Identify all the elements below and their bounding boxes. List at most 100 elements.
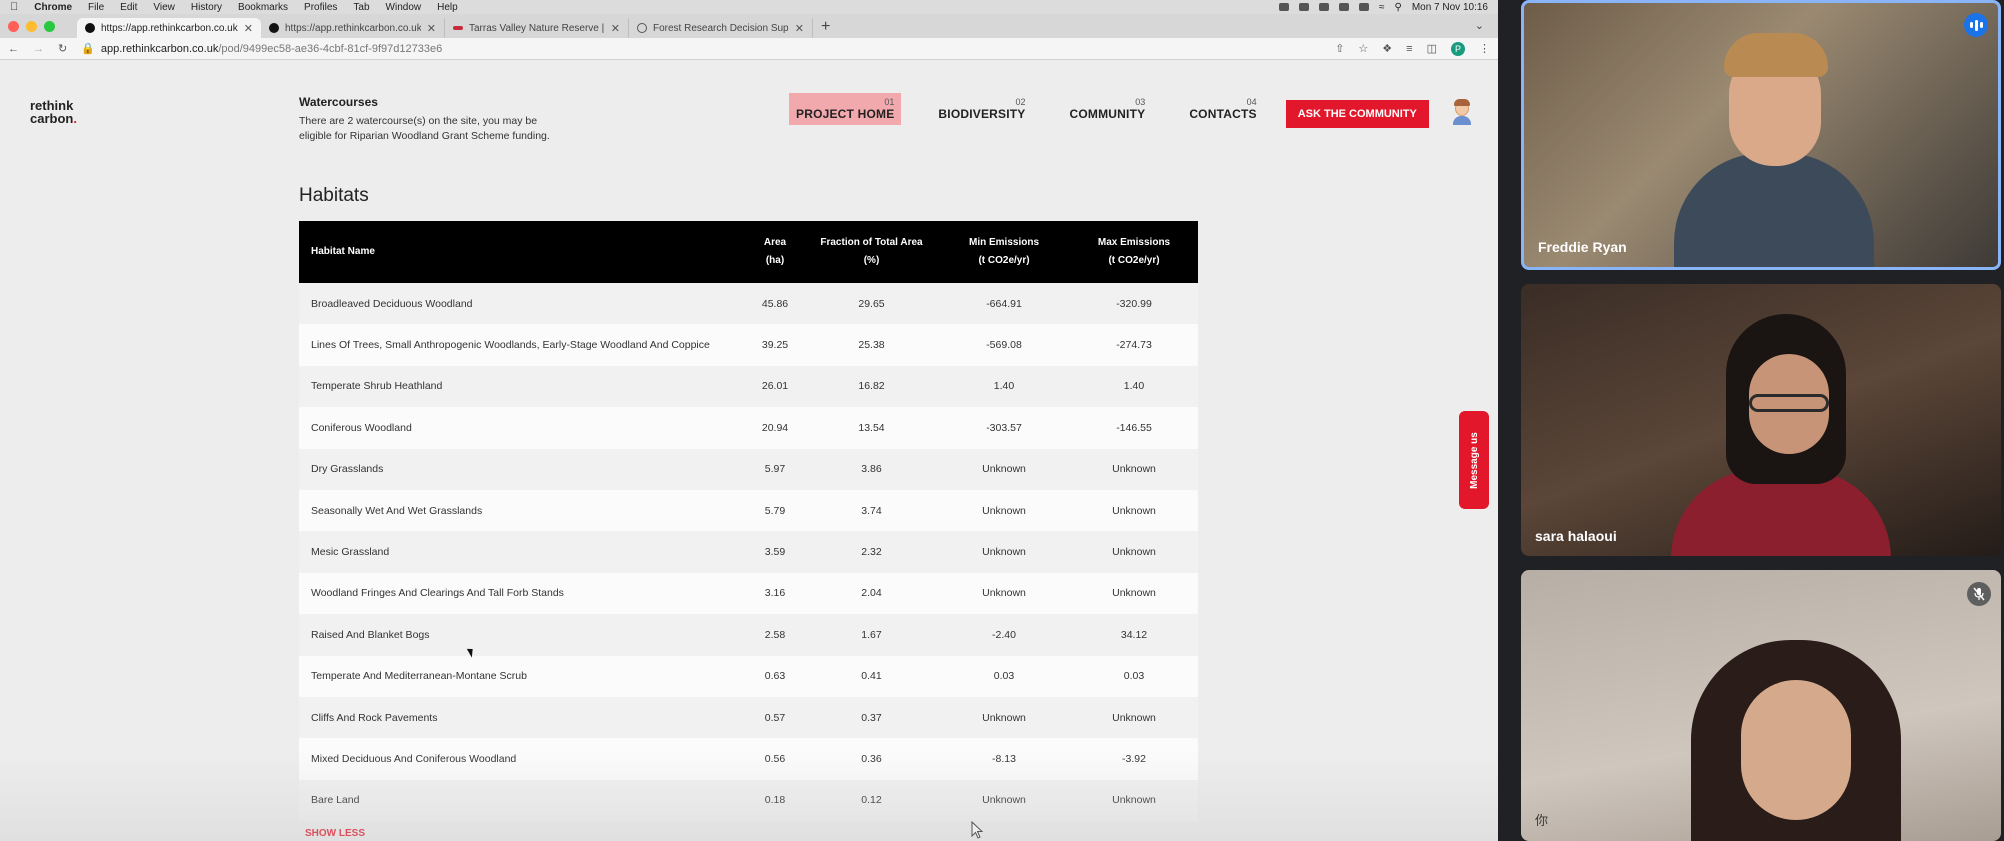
status-icon[interactable] xyxy=(1279,3,1289,11)
menu-profiles[interactable]: Profiles xyxy=(304,2,337,13)
close-tab-icon[interactable]: ✕ xyxy=(611,22,620,35)
table-row: Mesic Grassland 3.59 2.32 Unknown Unknown xyxy=(299,531,1198,573)
minimize-window-button[interactable] xyxy=(26,20,37,32)
reading-list-icon[interactable]: ≡ xyxy=(1406,43,1412,55)
cell-min-emissions: Unknown xyxy=(982,463,1026,476)
tab-search-chevron-icon[interactable]: ⌄ xyxy=(1475,19,1484,32)
share-icon[interactable]: ⇧ xyxy=(1335,42,1344,55)
bookmark-star-icon[interactable]: ☆ xyxy=(1358,42,1368,55)
nav-number: 04 xyxy=(1246,97,1257,107)
mac-menu-bar:  Chrome File Edit View History Bookmark… xyxy=(0,0,1498,14)
nav-contacts[interactable]: 04 CONTACTS xyxy=(1182,93,1263,125)
web-page: rethink carbon. Watercourses There are 2… xyxy=(0,61,1498,841)
reload-icon[interactable]: ↻ xyxy=(58,42,67,55)
meeting-participants-panel: Freddie Ryan sara halaoui 你 xyxy=(1498,0,2004,841)
nav-community[interactable]: 03 COMMUNITY xyxy=(1063,93,1153,125)
extensions-puzzle-icon[interactable]: ❖ xyxy=(1382,42,1392,55)
user-avatar[interactable] xyxy=(1451,99,1473,125)
status-icon[interactable] xyxy=(1299,3,1309,11)
menu-window[interactable]: Window xyxy=(386,2,422,13)
nav-biodiversity[interactable]: 02 BIODIVERSITY xyxy=(931,93,1032,125)
cell-max-emissions: Unknown xyxy=(1112,711,1156,724)
side-panel-icon[interactable]: ◫ xyxy=(1427,42,1437,55)
cell-fraction: 0.12 xyxy=(861,794,882,807)
cell-max-emissions: Unknown xyxy=(1112,587,1156,600)
nav-label: PROJECT HOME xyxy=(796,107,895,121)
participant-name: sara halaoui xyxy=(1535,528,1617,544)
close-tab-icon[interactable]: ✕ xyxy=(795,22,804,35)
cell-habitat-name: Raised And Blanket Bogs xyxy=(311,628,430,641)
menu-tab[interactable]: Tab xyxy=(353,2,369,13)
cell-habitat-name: Broadleaved Deciduous Woodland xyxy=(311,297,473,310)
close-tab-icon[interactable]: ✕ xyxy=(244,22,253,35)
cell-area: 20.94 xyxy=(761,421,789,434)
table-row: Broadleaved Deciduous Woodland 45.86 29.65… xyxy=(299,283,1198,325)
menu-view[interactable]: View xyxy=(153,2,175,13)
menu-file[interactable]: File xyxy=(88,2,104,13)
menu-app-name[interactable]: Chrome xyxy=(34,2,72,13)
cell-area: 0.56 xyxy=(764,752,786,765)
new-tab-button[interactable]: + xyxy=(821,16,830,38)
cell-habitat-name: Seasonally Wet And Wet Grasslands xyxy=(311,504,483,517)
close-tab-icon[interactable]: ✕ xyxy=(427,22,436,35)
site-favicon-icon xyxy=(453,26,463,30)
cell-min-emissions: -8.13 xyxy=(992,752,1016,765)
cell-area: 2.58 xyxy=(764,628,786,641)
profile-avatar[interactable]: P xyxy=(1451,41,1465,56)
browser-tab-3[interactable]: Tarras Valley Nature Reserve | ✕ xyxy=(445,18,629,38)
cell-fraction: 16.82 xyxy=(858,380,885,393)
cell-habitat-name: Bare Land xyxy=(311,794,360,807)
browser-tab-4[interactable]: Forest Research Decision Supp ✕ xyxy=(629,18,813,38)
participant-tile-freddie[interactable]: Freddie Ryan xyxy=(1521,0,2001,270)
table-row: Raised And Blanket Bogs 2.58 1.67 -2.40 34.1… xyxy=(299,614,1198,656)
cell-habitat-name: Mesic Grassland xyxy=(311,546,390,559)
show-less-link[interactable]: SHOW LESS xyxy=(305,828,365,839)
logo-text-bottom: carbon xyxy=(30,111,74,126)
cell-fraction: 3.86 xyxy=(861,463,882,476)
header-habitat-name: Habitat Name xyxy=(299,243,745,261)
table-row: Seasonally Wet And Wet Grasslands 5.79 3.7… xyxy=(299,489,1198,532)
cell-fraction: 0.41 xyxy=(861,670,882,683)
cell-min-emissions: Unknown xyxy=(982,504,1026,517)
close-window-button[interactable] xyxy=(8,20,19,32)
apple-icon[interactable]:  xyxy=(10,1,18,13)
cell-max-emissions: -274.73 xyxy=(1116,339,1152,352)
menu-bookmarks[interactable]: Bookmarks xyxy=(238,2,288,13)
cell-min-emissions: -2.40 xyxy=(992,628,1016,641)
message-us-tab[interactable]: Message us xyxy=(1459,411,1489,509)
menu-help[interactable]: Help xyxy=(437,2,458,13)
browser-tab-2[interactable]: https://app.rethinkcarbon.co.uk ✕ xyxy=(261,18,445,38)
cell-max-emissions: 34.12 xyxy=(1120,628,1148,641)
menu-edit[interactable]: Edit xyxy=(120,2,137,13)
menu-history[interactable]: History xyxy=(191,2,222,13)
cell-area: 0.57 xyxy=(764,711,786,724)
maximize-window-button[interactable] xyxy=(44,20,55,32)
participant-tile-sara[interactable]: sara halaoui xyxy=(1521,284,2001,556)
cell-area: 45.86 xyxy=(761,297,789,310)
site-favicon-icon xyxy=(85,23,95,33)
header-area: Area (ha) xyxy=(763,237,787,266)
more-menu-icon[interactable]: ⋮ xyxy=(1479,42,1490,55)
ask-the-community-button[interactable]: ASK THE COMMUNITY xyxy=(1285,100,1429,128)
search-icon[interactable]: ⚲ xyxy=(1395,2,1402,13)
status-icon[interactable] xyxy=(1319,3,1329,11)
nav-number: 01 xyxy=(884,97,895,107)
nav-project-home[interactable]: 01 PROJECT HOME xyxy=(789,93,902,125)
cell-min-emissions: 0.03 xyxy=(993,670,1015,683)
participant-tile-self[interactable]: 你 xyxy=(1521,570,2001,841)
forward-arrow-icon[interactable]: → xyxy=(33,43,44,55)
rethink-carbon-logo[interactable]: rethink carbon. xyxy=(30,99,77,125)
status-icon[interactable] xyxy=(1339,3,1349,11)
cell-max-emissions: Unknown xyxy=(1112,504,1156,517)
battery-icon[interactable] xyxy=(1359,3,1369,11)
back-arrow-icon[interactable]: ← xyxy=(8,43,19,55)
menu-clock[interactable]: Mon 7 Nov 10:16 xyxy=(1412,2,1488,13)
browser-tab-1[interactable]: https://app.rethinkcarbon.co.uk ✕ xyxy=(77,18,261,38)
avatar-body xyxy=(1452,116,1471,125)
cell-habitat-name: Cliffs And Rock Pavements xyxy=(311,711,438,724)
cell-max-emissions: 1.40 xyxy=(1123,380,1145,393)
cell-max-emissions: Unknown xyxy=(1112,463,1156,476)
wifi-icon[interactable]: ≈ xyxy=(1379,2,1385,13)
url-field[interactable]: 🔒 app.rethinkcarbon.co.uk/pod/9499ec58-a… xyxy=(81,42,1321,56)
participant-video xyxy=(1749,394,1829,412)
